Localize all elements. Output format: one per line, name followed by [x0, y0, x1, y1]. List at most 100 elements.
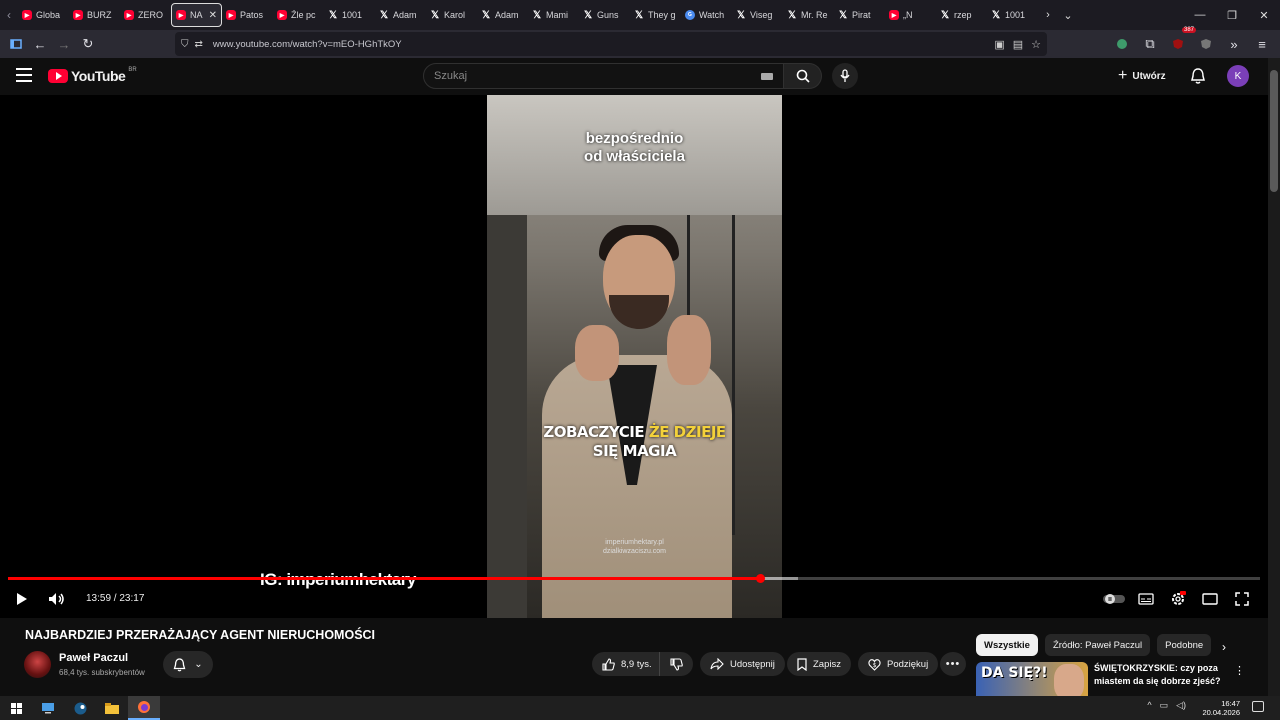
subtitles-button[interactable] — [1136, 587, 1156, 611]
play-icon — [17, 593, 27, 605]
windows-start-icon[interactable] — [0, 696, 32, 720]
tab-label: They g — [648, 10, 676, 20]
browser-tab[interactable]: ▶ NA ✕ — [171, 3, 222, 27]
search-input[interactable]: Szukaj — [423, 63, 784, 89]
subscribed-notifications-button[interactable]: ⌄ — [163, 651, 213, 678]
picture-in-picture-icon[interactable]: ▣ — [994, 38, 1004, 51]
share-label: Udostępnij — [730, 658, 775, 670]
time-display: 13:59 / 23:17 — [86, 593, 145, 604]
browser-tab[interactable]: ▶ BURZ — [69, 3, 120, 27]
guide-menu-icon[interactable] — [16, 68, 32, 82]
bookmark-star-icon[interactable]: ☆ — [1031, 38, 1041, 51]
caption-word-yellow: ŻE DZIEJE — [648, 423, 726, 441]
browser-tab[interactable]: ▶ Globa — [18, 3, 69, 27]
browser-tab[interactable]: 𝕏 They g — [630, 3, 681, 27]
recommended-video-title[interactable]: ŚWIĘTOKRZYSKIE: czy poza miastem da się … — [1094, 662, 1224, 688]
sidebar-toggle-icon[interactable] — [4, 32, 28, 56]
browser-tab[interactable]: ▶ Patos — [222, 3, 273, 27]
browser-tab[interactable]: 𝕏 Viseg — [732, 3, 783, 27]
computer-app-icon[interactable] — [32, 696, 64, 720]
browser-tab[interactable]: 𝕏 Adam — [477, 3, 528, 27]
watermark-line-1: imperiumhektary.pl — [605, 539, 664, 546]
browser-tab[interactable]: 𝕏 Pirat — [834, 3, 885, 27]
like-button[interactable]: 8,9 tys. — [592, 652, 660, 676]
tray-expand-icon[interactable]: ^ — [1147, 700, 1151, 711]
channel-avatar[interactable] — [24, 651, 51, 678]
network-icon[interactable]: ▭ — [1160, 700, 1169, 711]
keyboard-icon[interactable] — [761, 73, 773, 80]
save-button[interactable]: Zapisz — [787, 652, 851, 676]
notifications-icon[interactable] — [1252, 701, 1264, 712]
theater-mode-button[interactable] — [1200, 587, 1220, 611]
scrollbar-thumb[interactable] — [1270, 70, 1278, 192]
maximize-icon[interactable]: ❐ — [1216, 9, 1248, 22]
app-menu-icon[interactable]: ≡ — [1250, 32, 1274, 56]
chip-related[interactable]: Podobne — [1157, 634, 1212, 656]
dislike-button[interactable] — [659, 652, 693, 676]
browser-tab[interactable]: 𝕏 Guns — [579, 3, 630, 27]
play-button[interactable] — [12, 587, 32, 611]
reload-icon[interactable]: ↻ — [76, 32, 100, 56]
browser-tab[interactable]: G Watch — [681, 3, 732, 27]
tab-scroll-left-icon[interactable]: ‹ — [0, 0, 18, 30]
autoplay-toggle[interactable] — [1102, 587, 1126, 611]
tab-scroll-right-icon[interactable]: › — [1038, 9, 1058, 21]
browser-tab[interactable]: 𝕏 1001 — [987, 3, 1038, 27]
permissions-icon[interactable]: ⇄ — [195, 39, 203, 50]
browser-tab[interactable]: 𝕏 1001 — [324, 3, 375, 27]
list-all-tabs-icon[interactable]: ⌄ — [1058, 9, 1078, 22]
thanks-button[interactable]: $ Podziękuj — [858, 652, 939, 676]
settings-button[interactable] — [1168, 587, 1188, 611]
progress-bar[interactable] — [8, 574, 1260, 583]
browser-tab[interactable]: 𝕏 Adam — [375, 3, 426, 27]
browser-tab[interactable]: 𝕏 Karol — [426, 3, 477, 27]
url-text[interactable]: www.youtube.com/watch?v=mEO-HGhTkOY — [213, 39, 402, 50]
extension-shield-icon[interactable] — [1110, 32, 1134, 56]
fullscreen-button[interactable] — [1232, 587, 1252, 611]
search-button[interactable] — [784, 63, 822, 89]
voice-search-button[interactable] — [832, 63, 858, 89]
share-button[interactable]: Udostępnij — [700, 652, 785, 676]
privacy-badger-icon[interactable] — [1194, 32, 1218, 56]
browser-tab[interactable]: ▶ Źle pc — [273, 3, 324, 27]
speaker-icon[interactable]: ◁) — [1176, 700, 1186, 711]
video-player[interactable]: bezpośrednio od właściciela ZOBACZYCIE Ż… — [0, 95, 1268, 618]
url-bar[interactable]: ⛉ ⇄ www.youtube.com/watch?v=mEO-HGhTkOY … — [175, 32, 1047, 56]
minimize-icon[interactable]: — — [1184, 9, 1216, 21]
chip-all[interactable]: Wszystkie — [976, 634, 1038, 656]
reader-view-icon[interactable]: ▤ — [1013, 38, 1023, 51]
steam-icon[interactable] — [64, 696, 96, 720]
extensions-puzzle-icon[interactable]: ⧉ — [1138, 32, 1162, 56]
tab-label: Globa — [36, 10, 61, 20]
browser-tab[interactable]: 𝕏rzep — [936, 3, 987, 27]
account-avatar[interactable]: K — [1227, 65, 1249, 87]
browser-tab[interactable]: 𝕏 Mami — [528, 3, 579, 27]
file-explorer-icon[interactable] — [96, 696, 128, 720]
close-window-icon[interactable]: ✕ — [1248, 9, 1280, 22]
browser-tab[interactable]: ▶ „N — [885, 3, 936, 27]
forward-icon[interactable]: → — [52, 32, 76, 56]
notifications-bell-icon[interactable] — [1190, 67, 1206, 90]
more-vertical-icon[interactable]: ⋮ — [1234, 664, 1245, 677]
firefox-icon[interactable] — [128, 696, 160, 720]
ublock-icon[interactable]: 387 — [1166, 27, 1196, 56]
create-button[interactable]: + Utwórz — [1118, 66, 1166, 86]
recommended-video-thumbnail[interactable]: DA SIĘ?! — [976, 662, 1088, 696]
video-frame: bezpośrednio od właściciela ZOBACZYCIE Ż… — [487, 95, 782, 618]
overflow-chevron-icon[interactable]: » — [1222, 32, 1246, 56]
channel-name[interactable]: Paweł Paczul — [59, 652, 128, 664]
tracking-protection-icon[interactable]: ⛉ — [181, 39, 189, 50]
page-scrollbar[interactable] — [1268, 58, 1280, 696]
taskbar-clock[interactable]: 16:47 20.04.2026 — [1202, 699, 1240, 717]
close-tab-icon[interactable]: ✕ — [209, 10, 217, 21]
back-icon[interactable]: ← — [28, 32, 52, 56]
browser-tab[interactable]: 𝕏 Mr. Re — [783, 3, 834, 27]
volume-button[interactable] — [46, 587, 68, 611]
x-icon: 𝕏 — [736, 9, 746, 21]
browser-tab[interactable]: ▶ ZERO — [120, 3, 171, 27]
more-actions-button[interactable]: ••• — [940, 652, 966, 676]
chip-source[interactable]: Źródło: Paweł Paczul — [1044, 634, 1151, 656]
grok-icon: G — [685, 10, 695, 20]
chevron-right-icon[interactable]: › — [1222, 640, 1226, 654]
youtube-logo[interactable]: YouTube BR — [48, 67, 137, 84]
